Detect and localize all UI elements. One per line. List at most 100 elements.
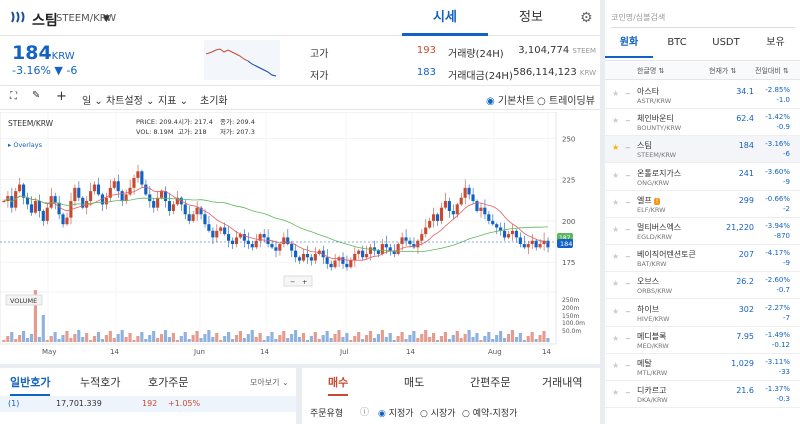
tab-cumulative-orderbook[interactable]: 누적호가 <box>80 374 120 390</box>
coin-row[interactable]: ★ − 멀티버스엑스 EGLD/KRW 21,220 -3.94% -870 <box>605 218 800 245</box>
coin-price: 21,220 <box>726 223 754 232</box>
favorite-star-icon[interactable]: ★ <box>612 116 619 125</box>
tab-trade-history[interactable]: 거래내역 <box>542 374 582 390</box>
candle-body <box>270 244 274 248</box>
favorite-star-icon[interactable]: ★ <box>612 89 619 98</box>
tab-btc[interactable]: BTC <box>653 34 701 58</box>
tab-simple-order[interactable]: 간편주문 <box>470 374 510 390</box>
overlays-toggle[interactable]: ▸ Overlays <box>8 141 43 149</box>
orderbook-row[interactable]: (1) 17,701.339 192 +1.05% <box>0 396 296 412</box>
header-change[interactable]: 전일대비 ⇅ <box>755 66 789 76</box>
zoom-in-button[interactable]: + <box>302 278 307 286</box>
coin-row[interactable]: ★ − 메탈 MTL/KRW 1,029 -3.11% -33 <box>605 354 800 381</box>
header-name[interactable]: 한글명 ⇅ <box>637 66 664 76</box>
volume-bar <box>546 338 550 342</box>
favorite-star-icon[interactable]: ★ <box>612 334 619 343</box>
chart-toolbar: ⛶ ✎ + 일 ⌄ 차트설정 ⌄ 지표 ⌄ 초기화 ◉ 기본차트 ○ 트레이딩뷰 <box>0 88 600 110</box>
coin-pair: ASTR/KRW <box>637 97 672 105</box>
indicator-menu[interactable]: 지표 ⌄ <box>158 92 188 107</box>
volume-bar <box>483 336 487 342</box>
candle-body <box>262 234 266 238</box>
candle-body <box>128 187 132 195</box>
favorite-star-icon[interactable]: ★ <box>612 171 619 180</box>
coin-row[interactable]: ★ − 엘프! ELF/KRW 299 -0.66% -2 <box>605 191 800 218</box>
tab-usdt[interactable]: USDT <box>701 34 751 58</box>
volume-bar <box>341 337 345 342</box>
candle-body <box>294 250 298 258</box>
coin-row[interactable]: ★ − 하이브 HIVE/KRW 302 -2.27% -7 <box>605 300 800 327</box>
favorite-star-icon[interactable]: ★ <box>612 198 619 207</box>
price-chart[interactable]: 250 225 200 175 250m 200m 150m 100.0m 50.0m May 1… <box>0 112 600 364</box>
candle-body <box>455 204 459 215</box>
tradingview-radio[interactable]: ○ 트레이딩뷰 <box>537 92 595 107</box>
tab-sell[interactable]: 매도 <box>404 374 424 390</box>
coin-change-pct: -2.85% <box>765 86 790 94</box>
row-dash: − <box>625 334 631 343</box>
coin-select-caret-icon[interactable]: ▼ <box>103 14 110 24</box>
limit-radio[interactable]: ◉ 지정가 <box>378 406 414 419</box>
chart-settings-menu[interactable]: 차트설정 ⌄ <box>106 92 154 107</box>
candle-body <box>159 191 164 198</box>
favorite-star-icon[interactable]: ★ <box>612 252 619 261</box>
favorite-star-icon[interactable]: ★ <box>612 279 619 288</box>
volume-bar <box>325 331 329 342</box>
tab-buy[interactable]: 매수 <box>328 374 349 396</box>
coin-row[interactable]: ★ − 베이직어텐션토큰 BAT/KRW 207 -4.17% -9 <box>605 245 800 273</box>
volume-bar <box>467 330 471 342</box>
candlestick-chart[interactable]: 250 225 200 175 250m200m150m100.0m50.0m May 1… <box>0 112 600 364</box>
tab-market-price[interactable]: 시세 <box>402 0 488 36</box>
coin-name[interactable]: 스팀 <box>32 10 58 30</box>
candle-body <box>408 240 412 245</box>
coin-row[interactable]: ★ − 메디블록 MED/KRW 7.95 -1.49% -0.12 <box>605 327 800 354</box>
pencil-icon[interactable]: ✎ <box>32 90 40 101</box>
favorite-star-icon[interactable]: ★ <box>612 388 619 397</box>
coin-row[interactable]: ★ − 체인바운티 BOUNTY/KRW 62.4 -1.42% -0.9 <box>605 109 800 137</box>
coin-row[interactable]: ★ − 오브스 ORBS/KRW 26.2 -2.60% -0.7 <box>605 272 800 300</box>
view-more-select[interactable]: 모아보기 ⌄ <box>250 377 289 388</box>
tab-orderbook-order[interactable]: 호가주문 <box>148 374 188 390</box>
market-radio[interactable]: ○ 시장가 <box>420 406 456 419</box>
reset-button[interactable]: 초기화 <box>200 92 228 107</box>
coin-row[interactable]: ★ − 디카르고 DKA/KRW 21.6 -1.37% -0.3 <box>605 381 800 409</box>
tab-info[interactable]: 정보 <box>488 0 574 36</box>
favorite-star-icon[interactable]: ★ <box>612 225 619 234</box>
help-icon[interactable]: ⓘ <box>360 405 369 418</box>
row-dash: − <box>625 280 631 289</box>
coin-price: 299 <box>738 195 754 205</box>
coin-row[interactable]: ★ − 스팀 STEEM/KRW 184 -3.16% -6 <box>605 136 800 164</box>
tab-krw[interactable]: 원화 <box>605 34 653 58</box>
tab-normal-orderbook[interactable]: 일반호가 <box>10 374 51 396</box>
favorite-star-icon[interactable]: ★ <box>612 143 619 152</box>
row-dash: − <box>625 117 631 126</box>
volume-bar <box>14 339 18 342</box>
coin-change-pct: -2.27% <box>765 303 790 312</box>
tab-holdings[interactable]: 보유 <box>751 34 800 58</box>
coin-change-abs: -2 <box>783 204 790 213</box>
basic-chart-radio[interactable]: ◉ 기본차트 <box>486 92 535 107</box>
coin-search-input[interactable]: 코인명/심볼검색 <box>611 6 795 28</box>
candle-body <box>510 230 515 235</box>
header-price[interactable]: 현재가 ⇅ <box>709 66 736 76</box>
reserve-limit-radio[interactable]: ○ 예약-지정가 <box>462 406 517 419</box>
period-select[interactable]: 일 ⌄ <box>82 92 103 107</box>
zoom-out-button[interactable]: − <box>290 278 295 286</box>
favorite-star-icon[interactable]: ★ <box>612 307 619 316</box>
volume-bar <box>357 332 361 342</box>
coin-name: 체인바운티 <box>637 114 674 124</box>
gear-icon[interactable]: ⚙ <box>580 10 593 26</box>
fullscreen-icon[interactable]: ⛶ <box>10 91 17 102</box>
favorite-star-icon[interactable]: ★ <box>612 361 619 370</box>
coin-pair: ORBS/KRW <box>637 287 673 296</box>
volume-bar <box>219 340 223 342</box>
crosshair-icon[interactable]: + <box>56 89 67 104</box>
volume-bar <box>424 330 428 342</box>
coin-row[interactable]: ★ − 아스타 ASTR/KRW 34.1 -2.85% -1.0 <box>605 82 800 109</box>
volume-bar <box>171 333 175 342</box>
candle-body <box>353 253 357 261</box>
volume-bar <box>499 331 503 342</box>
candle-body <box>22 184 26 198</box>
candle-body <box>140 171 144 185</box>
candle-body <box>506 234 511 238</box>
coin-row[interactable]: ★ − 온톨로지가스 ONG/KRW 241 -3.60% -9 <box>605 164 800 191</box>
candle-body <box>475 201 479 211</box>
